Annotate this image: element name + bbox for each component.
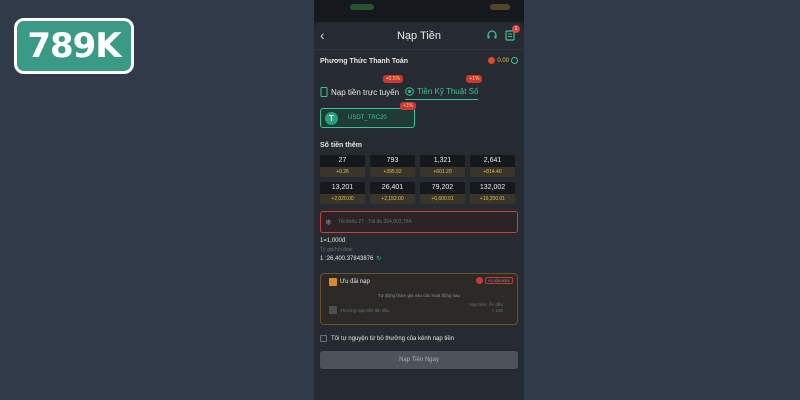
headset-icon[interactable] xyxy=(486,29,498,41)
amount-input-row: ❄ Tối thiểu 27 - Tối đa 264,003,784 xyxy=(320,211,518,233)
snowflake-icon: ❄ xyxy=(325,217,332,227)
amount-option[interactable]: 1,321 +601.20 xyxy=(420,155,465,177)
bonus-tag-value: +2,025.0001 xyxy=(484,277,513,284)
bonus-title: Ưu đãi nạp xyxy=(340,279,370,285)
amount-value: 132,002 xyxy=(479,184,506,191)
coin-icon xyxy=(488,57,496,64)
payment-method-section: Phương Thức Thanh Toán 0.00 xyxy=(320,57,518,65)
bonus-card: Ưu đãi nạp +2,025.0001 Tự động tham gia … xyxy=(320,273,518,325)
deposit-now-button[interactable]: Nạp Tiền Ngay xyxy=(320,351,518,369)
bonus-tag: +2,025.0001 xyxy=(475,277,513,284)
payment-tabs: Nạp tiền trực tuyến +0.5% Tiền Kỹ Thuật … xyxy=(320,75,518,100)
amount-section-title: Số tiền thêm xyxy=(320,142,363,149)
amount-bonus: +2,152.00 xyxy=(370,194,415,204)
amount-input-placeholder: Tối thiểu 27 - Tối đa 264,003,784 xyxy=(337,219,412,225)
gift-icon xyxy=(329,278,337,286)
tab-online-deposit[interactable]: Nạp tiền trực tuyến +0.5% xyxy=(320,75,404,100)
tab-online-deposit-promo: +0.5% xyxy=(382,75,404,83)
amount-bonus: +395.92 xyxy=(370,167,415,177)
submit-row: Nạp Tiền Ngay xyxy=(320,351,518,369)
tab-digital-currency[interactable]: Tiền Kỹ Thuật Số +1% xyxy=(405,75,483,100)
tab-online-deposit-label: Nạp tiền trực tuyến xyxy=(331,87,400,97)
amount-value: 27 xyxy=(338,157,347,164)
method-usdt-trc20[interactable]: T USDT_TRC20 +1% xyxy=(320,102,416,128)
tab-digital-currency-promo: +1% xyxy=(466,75,483,83)
panel-header: ‹ Nạp Tiền 1 xyxy=(314,22,524,50)
bonus-title-row: Ưu đãi nạp xyxy=(329,278,370,286)
waive-bonus-checkbox[interactable] xyxy=(320,335,327,342)
bonus-note: Tự động tham gia vào các hoạt động sau xyxy=(377,293,461,298)
amount-option[interactable]: 793 +395.92 xyxy=(370,155,415,177)
top-strip-glow-right xyxy=(490,4,510,10)
phone-icon xyxy=(320,87,328,97)
page-title: Nạp Tiền xyxy=(396,29,442,42)
notification-badge: 1 xyxy=(512,25,520,33)
method-label: USDT_TRC20 xyxy=(348,115,387,121)
chevron-left-icon[interactable]: ‹ xyxy=(320,27,325,43)
method-row: T USDT_TRC20 +1% xyxy=(320,102,518,128)
amount-option[interactable]: 132,002 +10,200.01 xyxy=(470,182,515,204)
bonus-limit-value: + 100 xyxy=(491,308,503,313)
deposit-panel: ‹ Nạp Tiền 1 Phương Thức Thanh Toán 0.00 xyxy=(314,22,524,400)
balance-value: 0.00 xyxy=(497,57,509,64)
phone-screen: ‹ Nạp Tiền 1 Phương Thức Thanh Toán 0.00 xyxy=(314,0,524,400)
amount-option[interactable]: 2,641 +814.40 xyxy=(470,155,515,177)
amount-bonus: +601.20 xyxy=(420,167,465,177)
top-strip xyxy=(314,0,524,22)
tab-digital-currency-label: Tiền Kỹ Thuật Số xyxy=(417,87,479,96)
waive-bonus-row[interactable]: Tôi tự nguyện từ bỏ thưởng của kênh nạp … xyxy=(320,335,518,342)
digital-coin-icon xyxy=(405,87,414,96)
top-strip-glow xyxy=(350,4,374,10)
exchange-ratio: 1=1,000đ xyxy=(320,238,346,244)
tether-icon: T xyxy=(325,111,338,125)
amount-option[interactable]: 79,202 +6,600.01 xyxy=(420,182,465,204)
bonus-section: Ưu đãi nạp +2,025.0001 Tự động tham gia … xyxy=(320,273,518,325)
refresh-icon[interactable] xyxy=(511,57,518,64)
amount-option[interactable]: 26,401 +2,152.00 xyxy=(370,182,415,204)
amount-bonus: +6,600.01 xyxy=(420,194,465,204)
method-promo: +1% xyxy=(399,102,416,110)
refresh-icon[interactable]: ↻ xyxy=(376,255,381,262)
first-deposit-row[interactable]: Thưởng nạp tiền lần đầu xyxy=(329,306,390,314)
amount-value: 793 xyxy=(386,157,399,164)
amount-value: 26,401 xyxy=(381,184,404,191)
amount-bonus: +0.26 xyxy=(320,167,365,177)
amount-bonus: +814.40 xyxy=(470,167,515,177)
waive-bonus-label: Tôi tự nguyện từ bỏ thưởng của kênh nạp … xyxy=(331,335,455,342)
amount-option[interactable]: 27 +0.26 xyxy=(320,155,365,177)
amount-input[interactable]: ❄ Tối thiểu 27 - Tối đa 264,003,784 xyxy=(320,211,518,233)
exchange-rate-value: 1 :26,400.37843876 xyxy=(320,255,374,262)
amount-option[interactable]: 13,201 +2,020.00 xyxy=(320,182,365,204)
first-deposit-label: Thưởng nạp tiền lần đầu xyxy=(340,307,390,313)
amount-value: 2,641 xyxy=(483,157,502,164)
bonus-coin-icon xyxy=(475,277,483,284)
brand-logo-text: 789K xyxy=(27,26,121,66)
exchange-rate-hint: Tỷ giá hối đoái xyxy=(320,247,353,253)
bonus-limit: Nạp tiền: Ẩn dấu + 100 xyxy=(469,302,503,314)
amount-grid: 27 +0.26 793 +395.92 1,321 +601.20 2,641 +81… xyxy=(320,155,518,204)
brand-logo: 789K xyxy=(14,18,134,74)
exchange-rate: 1 :26,400.37843876 ↻ xyxy=(320,255,518,263)
amount-bonus: +2,020.00 xyxy=(320,194,365,204)
amount-value: 13,201 xyxy=(331,184,354,191)
amount-value: 1,321 xyxy=(433,157,452,164)
balance-info: 0.00 xyxy=(488,57,518,64)
amount-bonus: +10,200.01 xyxy=(470,194,515,204)
gift-box-icon xyxy=(329,306,337,314)
amount-value: 79,202 xyxy=(431,184,454,191)
